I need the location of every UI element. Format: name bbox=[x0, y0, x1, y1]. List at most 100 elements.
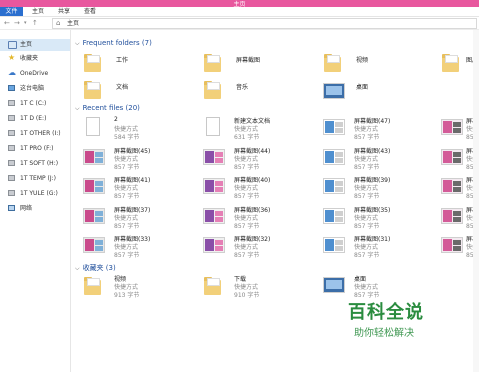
recent-file-tile[interactable]: 屏幕截图(31) 快捷方式 857 字节 bbox=[321, 234, 431, 262]
home-icon: ⌂ bbox=[56, 19, 61, 27]
recent-file-tile[interactable]: 屏幕截图(35) 快捷方式 857 字节 bbox=[321, 205, 431, 233]
sidebar-item-label: 1T OTHER (I:) bbox=[20, 130, 61, 137]
sidebar-item-drive-g[interactable]: 1T YULE (G:) bbox=[0, 188, 70, 200]
sidebar-item-label: 1T SOFT (H:) bbox=[20, 160, 59, 167]
folder-tile[interactable]: 图片 bbox=[439, 53, 478, 81]
watermark: 百科全说 助你轻松解决 bbox=[348, 298, 448, 339]
sidebar-item-favorites[interactable]: ★ 收藏夹 bbox=[0, 53, 70, 65]
sidebar-item-drive-i[interactable]: 1T OTHER (I:) bbox=[0, 128, 70, 140]
sidebar-item-drive-h[interactable]: 1T SOFT (H:) bbox=[0, 158, 70, 170]
recent-file-tile[interactable]: 屏幕截图(36) 快捷方式 857 字节 bbox=[201, 205, 311, 233]
history-dropdown-icon[interactable]: ▾ bbox=[24, 18, 27, 28]
recent-file-tile[interactable]: 屏幕截图(42)快捷方式857 字节 bbox=[439, 146, 479, 174]
sidebar-item-onedrive[interactable]: ☁ OneDrive bbox=[0, 68, 70, 80]
watermark-subtitle: 助你轻松解决 bbox=[354, 328, 414, 339]
tab-view[interactable]: 查看 bbox=[84, 7, 96, 16]
recent-file-tile[interactable]: 屏幕截图(30)快捷方式857 字节 bbox=[439, 234, 479, 262]
file-size: 857 字节 bbox=[114, 163, 140, 171]
folder-tile[interactable]: 视频 bbox=[321, 53, 431, 81]
recent-file-tile[interactable]: 屏幕截图(39) 快捷方式 857 字节 bbox=[321, 175, 431, 203]
section-title: Recent files (20) bbox=[82, 104, 140, 112]
recent-file-tile[interactable]: 屏幕截图(45) 快捷方式 857 字节 bbox=[81, 146, 191, 174]
sidebar-item-label: 收藏夹 bbox=[20, 55, 39, 62]
network-icon bbox=[8, 205, 15, 211]
sidebar-item-drive-e[interactable]: 1T D (E:) bbox=[0, 113, 70, 125]
cloud-icon: ☁ bbox=[8, 68, 16, 77]
screenshot-thumbnail-icon bbox=[441, 207, 463, 224]
file-name: 2 bbox=[114, 116, 118, 123]
section-title: 收藏夹 (3) bbox=[82, 264, 116, 272]
sidebar-item-label: 1T TEMP (J:) bbox=[20, 175, 57, 182]
screenshot-thumbnail-icon bbox=[323, 178, 345, 194]
favorite-tile[interactable]: 视频 快捷方式 913 字节 bbox=[81, 274, 191, 302]
file-size: 857 字节 bbox=[354, 193, 380, 200]
drive-icon bbox=[8, 145, 15, 151]
screenshot-thumbnail-icon bbox=[441, 119, 463, 135]
folder-name: 文档 bbox=[116, 84, 129, 91]
vertical-scrollbar[interactable] bbox=[473, 30, 479, 372]
recent-file-tile[interactable]: 屏幕截图(46)快捷方式857 字节 bbox=[439, 116, 479, 144]
folder-icon bbox=[324, 54, 341, 72]
file-size: 913 字节 bbox=[114, 292, 140, 299]
up-icon[interactable]: ↑ bbox=[32, 18, 38, 28]
screenshot-thumbnail-icon bbox=[203, 148, 225, 165]
breadcrumb[interactable]: 主页 bbox=[67, 19, 79, 28]
folder-icon bbox=[204, 54, 221, 72]
folder-icon bbox=[84, 81, 101, 99]
tab-home[interactable]: 主页 bbox=[32, 7, 44, 16]
recent-file-tile[interactable]: 屏幕截图(43) 快捷方式 857 字节 bbox=[321, 146, 431, 174]
folder-name: 桌面 bbox=[356, 84, 369, 91]
folder-tile[interactable]: 音乐 bbox=[201, 80, 311, 108]
section-favorites[interactable]: ⌵ 收藏夹 (3) bbox=[75, 263, 116, 273]
tab-share[interactable]: 共享 bbox=[58, 7, 70, 16]
sidebar-item-label: 1T C (C:) bbox=[20, 100, 47, 107]
sidebar-item-drive-f[interactable]: 1T PRO (F:) bbox=[0, 143, 70, 155]
sidebar-item-this-pc[interactable]: 这台电脑 bbox=[0, 83, 70, 95]
file-tab[interactable]: 文件 bbox=[0, 7, 23, 16]
sidebar-item-drive-c[interactable]: 1T C (C:) bbox=[0, 98, 70, 110]
drive-icon bbox=[8, 175, 15, 181]
favorite-tile[interactable]: 下载 快捷方式 910 字节 bbox=[201, 274, 311, 302]
file-size: 631 字节 bbox=[234, 134, 260, 141]
recent-file-tile[interactable]: 屏幕截图(40) 快捷方式 857 字节 bbox=[201, 175, 311, 203]
sidebar-item-drive-j[interactable]: 1T TEMP (J:) bbox=[0, 173, 70, 185]
recent-file-tile[interactable]: 屏幕截图(44) 快捷方式 857 字节 bbox=[201, 146, 311, 174]
folder-tile[interactable]: 工作 bbox=[81, 53, 191, 81]
sidebar-item-network[interactable]: 网络 bbox=[0, 203, 70, 215]
screenshot-thumbnail-icon bbox=[203, 178, 225, 194]
file-size: 857 字节 bbox=[114, 193, 140, 200]
file-size: 857 字节 bbox=[234, 163, 260, 171]
drive-icon bbox=[8, 100, 15, 106]
recent-file-tile[interactable]: 屏幕截图(41) 快捷方式 857 字节 bbox=[81, 175, 191, 203]
file-size: 584 字节 bbox=[114, 134, 140, 141]
document-icon bbox=[206, 117, 220, 136]
file-size: 910 字节 bbox=[234, 292, 260, 299]
back-icon[interactable]: ← bbox=[4, 18, 10, 28]
recent-file-tile[interactable]: 屏幕截图(32) 快捷方式 857 字节 bbox=[201, 234, 311, 262]
recent-file-tile[interactable]: 屏幕截图(47) 快捷方式 857 字节 bbox=[321, 116, 431, 144]
chevron-down-icon: ⌵ bbox=[75, 40, 80, 47]
address-field[interactable]: ⌂ 主页 bbox=[52, 18, 477, 29]
sidebar-item-label: OneDrive bbox=[20, 70, 49, 77]
recent-file-tile[interactable]: 新建文本文档 快捷方式 631 字节 bbox=[201, 116, 311, 144]
forward-icon[interactable]: → bbox=[14, 18, 20, 28]
chevron-down-icon: ⌵ bbox=[75, 105, 80, 112]
recent-file-tile[interactable]: 屏幕截图(38)快捷方式857 字节 bbox=[439, 175, 479, 203]
screenshot-thumbnail-icon bbox=[441, 237, 463, 253]
recent-file-tile[interactable]: 屏幕截图(37) 快捷方式 857 字节 bbox=[81, 205, 191, 233]
title-bar: 主页 bbox=[0, 0, 479, 8]
drive-icon bbox=[8, 160, 15, 166]
section-recent-files[interactable]: ⌵ Recent files (20) bbox=[75, 104, 140, 113]
screenshot-thumbnail-icon bbox=[441, 148, 463, 165]
recent-file-tile[interactable]: 2 快捷方式 584 字节 bbox=[81, 116, 191, 144]
section-frequent-folders[interactable]: ⌵ Frequent folders (7) bbox=[75, 39, 152, 48]
sidebar-item-home[interactable]: 主页 bbox=[0, 39, 70, 51]
folder-tile[interactable]: 桌面 bbox=[321, 80, 431, 108]
recent-file-tile[interactable]: 屏幕截图(34)快捷方式857 字节 bbox=[439, 205, 479, 233]
folder-name: 音乐 bbox=[236, 84, 249, 91]
recent-file-tile[interactable]: 屏幕截图(33) 快捷方式 857 字节 bbox=[81, 234, 191, 262]
folder-tile[interactable]: 屏幕截图 bbox=[201, 53, 311, 81]
screenshot-thumbnail-icon bbox=[203, 237, 225, 253]
file-size: 857 字节 bbox=[234, 252, 260, 259]
drive-icon bbox=[8, 130, 15, 136]
